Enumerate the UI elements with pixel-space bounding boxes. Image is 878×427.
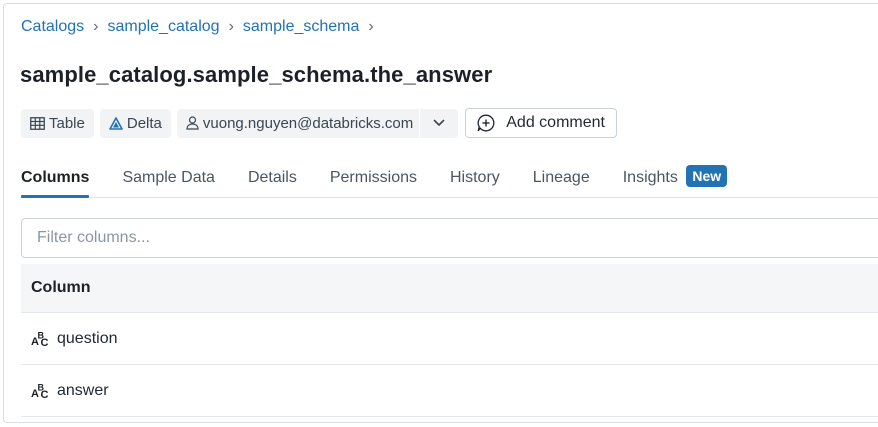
breadcrumb-catalogs[interactable]: Catalogs: [21, 18, 84, 36]
columns-table: Column ABC question ABC answer: [21, 264, 878, 417]
svg-text:C: C: [41, 337, 49, 347]
tab-insights[interactable]: Insights New: [622, 163, 728, 197]
tab-permissions[interactable]: Permissions: [330, 163, 417, 197]
column-name: answer: [57, 381, 109, 399]
filter-columns-input[interactable]: [21, 218, 878, 258]
breadcrumb-catalog[interactable]: sample_catalog: [107, 18, 219, 36]
owner-label: vuong.nguyen@databricks.com: [202, 114, 414, 132]
add-comment-icon: [477, 114, 495, 132]
tab-sample-data[interactable]: Sample Data: [122, 163, 215, 197]
table-tags: Table Delta vuong.nguyen@databricks.com …: [21, 108, 617, 138]
tab-details[interactable]: Details: [248, 163, 297, 197]
breadcrumb-separator: ›: [228, 18, 234, 35]
column-name: question: [57, 329, 118, 347]
table-icon: [30, 116, 45, 130]
new-badge: New: [686, 165, 728, 187]
user-icon: [186, 116, 199, 130]
tab-history[interactable]: History: [450, 163, 500, 197]
page-title: sample_catalog.sample_schema.the_answer: [20, 62, 493, 87]
string-type-icon: ABC: [31, 330, 50, 348]
string-type-icon: ABC: [31, 382, 50, 400]
owner-tag[interactable]: vuong.nguyen@databricks.com: [176, 108, 459, 138]
tab-insights-label: Insights: [622, 169, 678, 186]
table-tabs: Columns Sample Data Details Permissions …: [21, 163, 878, 198]
breadcrumb-schema[interactable]: sample_schema: [243, 18, 360, 36]
delta-format-label: Delta: [126, 114, 162, 132]
table-row[interactable]: ABC answer: [21, 365, 878, 417]
add-comment-label: Add comment: [506, 114, 605, 131]
delta-icon: [109, 116, 123, 130]
breadcrumb-separator: ›: [93, 18, 99, 35]
table-type-tag: Table: [21, 108, 94, 138]
tab-columns[interactable]: Columns: [21, 163, 90, 198]
table-row[interactable]: ABC question: [21, 313, 878, 365]
breadcrumb-separator: ›: [368, 18, 374, 35]
add-comment-button[interactable]: Add comment: [465, 108, 617, 138]
column-header[interactable]: Column: [21, 264, 878, 313]
breadcrumb: Catalogs › sample_catalog › sample_schem…: [21, 18, 383, 36]
table-type-label: Table: [49, 114, 85, 132]
delta-format-tag: Delta: [99, 108, 171, 138]
svg-text:C: C: [41, 389, 49, 399]
chevron-down-icon[interactable]: [419, 108, 458, 138]
tab-lineage[interactable]: Lineage: [533, 163, 590, 197]
